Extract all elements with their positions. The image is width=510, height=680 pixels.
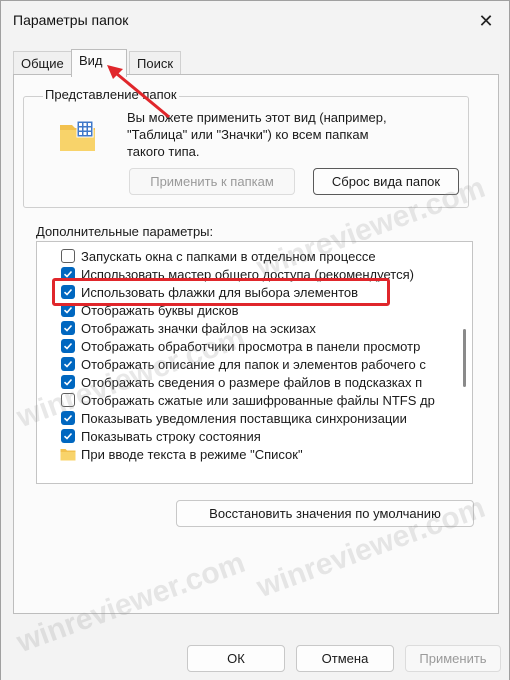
apply-button[interactable]: Применить (405, 645, 501, 672)
check-icon (63, 324, 73, 332)
check-icon (63, 414, 73, 422)
description-line: такого типа. (127, 144, 200, 159)
highlight-annotation (52, 278, 390, 306)
reset-folders-button[interactable]: Сброс вида папок (313, 168, 459, 195)
list-item-label: Отображать сжатые или зашифрованные файл… (81, 392, 435, 408)
list-item[interactable]: Отображать сведения о размере файлов в п… (37, 373, 467, 391)
arrow-annotation-icon (107, 65, 170, 119)
list-item-label: Отображать описание для папок и элементо… (81, 356, 426, 372)
checkbox-checked[interactable] (61, 411, 75, 425)
scrollbar-thumb[interactable] (463, 329, 466, 387)
check-icon (63, 432, 73, 440)
list-item[interactable]: Отображать сжатые или зашифрованные файл… (37, 391, 467, 409)
checkbox-checked[interactable] (61, 339, 75, 353)
tab-general[interactable]: Общие (13, 51, 72, 75)
list-item[interactable]: Показывать уведомления поставщика синхро… (37, 409, 467, 427)
list-item-label: Отображать значки файлов на эскизах (81, 320, 316, 336)
list-item[interactable]: Запускать окна с папками в отдельном про… (37, 247, 467, 265)
list-item-label: При вводе текста в режиме "Список" (81, 446, 303, 462)
check-icon (63, 342, 73, 350)
cancel-button[interactable]: Отмена (296, 645, 394, 672)
list-item-label: Показывать строку состояния (81, 428, 261, 444)
check-icon (63, 360, 73, 368)
list-item-label: Отображать обработчики просмотра в панел… (81, 338, 421, 354)
description-line: "Таблица" или "Значки") ко всем папкам (127, 127, 369, 142)
restore-defaults-button[interactable]: Восстановить значения по умолчанию (176, 500, 474, 527)
folder-icon (60, 449, 76, 461)
list-item[interactable]: Показывать строку состояния (37, 427, 467, 445)
close-icon[interactable]: ✕ (471, 7, 501, 35)
list-item[interactable]: Отображать значки файлов на эскизах (37, 319, 467, 337)
list-item-folder[interactable]: При вводе текста в режиме "Список" (37, 445, 467, 463)
folder-view-icon (60, 120, 95, 151)
check-icon (63, 378, 73, 386)
folder-options-window: Параметры папок ✕ Общие Вид Поиск Предст… (0, 0, 510, 680)
list-item[interactable]: Отображать описание для папок и элементо… (37, 355, 467, 373)
title-bar: Параметры папок ✕ (1, 1, 509, 41)
list-item-label: Показывать уведомления поставщика синхро… (81, 410, 407, 426)
check-icon (63, 306, 73, 314)
advanced-settings-label: Дополнительные параметры: (36, 224, 214, 239)
list-item[interactable]: Отображать обработчики просмотра в панел… (37, 337, 467, 355)
checkbox-checked[interactable] (61, 429, 75, 443)
tab-strip: Общие Вид Поиск (13, 49, 503, 77)
checkbox-unchecked[interactable] (61, 393, 75, 407)
apply-to-folders-button[interactable]: Применить к папкам (129, 168, 295, 195)
window-title: Параметры папок (13, 12, 129, 28)
checkbox-unchecked[interactable] (61, 249, 75, 263)
checkbox-checked[interactable] (61, 357, 75, 371)
list-item-label: Запускать окна с папками в отдельном про… (81, 248, 376, 264)
checkbox-checked[interactable] (61, 321, 75, 335)
list-item-label: Отображать сведения о размере файлов в п… (81, 374, 423, 390)
ok-button[interactable]: ОК (187, 645, 285, 672)
list-scrollbar[interactable] (459, 241, 473, 484)
checkbox-checked[interactable] (61, 375, 75, 389)
